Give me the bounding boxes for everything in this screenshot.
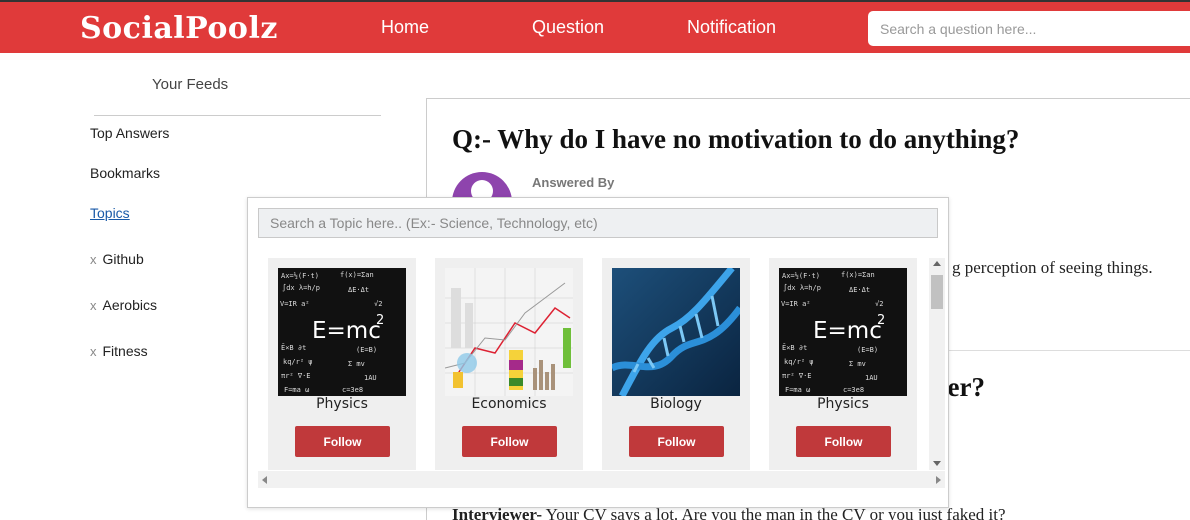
svg-text:2: 2 [877, 313, 885, 328]
svg-text:(E=B): (E=B) [857, 346, 878, 354]
topic-search-input[interactable] [258, 208, 938, 238]
answer-text: g perception of seeing things. [952, 258, 1153, 277]
follow-button[interactable]: Follow [462, 426, 557, 457]
svg-text:πr² ∇·E: πr² ∇·E [281, 372, 311, 380]
svg-text:F=ma ω: F=ma ω [284, 386, 309, 394]
vertical-scrollbar[interactable] [929, 258, 945, 470]
scroll-down-arrow-icon[interactable] [933, 461, 941, 466]
top-navigation-bar: SocialPoolz Home Question Notification [0, 0, 1190, 53]
scroll-up-arrow-icon[interactable] [933, 261, 941, 266]
sidebar-title: Your Feeds [152, 76, 229, 93]
topic-card: Ax=½(F·t) f(x)=Σan ∫dx λ=h/p ΔE·Δt V=IR a²… [769, 258, 917, 470]
svg-text:V=IR a²: V=IR a² [781, 300, 811, 308]
answered-by-label: Answered By [532, 175, 615, 190]
topic-card-name: Physics [817, 396, 869, 412]
svg-text:kq/r² ψ: kq/r² ψ [784, 358, 814, 366]
svg-text:V=IR a²: V=IR a² [280, 300, 310, 308]
topic-picker-popup: Ax=½(F·t) f(x)=Σan ∫dx λ=h/p ΔE·Δt V=IR a²… [247, 197, 949, 508]
svg-text:E=mc: E=mc [312, 318, 381, 344]
topic-card-name: Economics [471, 396, 547, 412]
svg-text:F=ma ω: F=ma ω [785, 386, 810, 394]
svg-text:c=3e8: c=3e8 [843, 386, 864, 394]
followed-topic-label[interactable]: Fitness [103, 343, 148, 359]
economics-image [445, 268, 573, 396]
topic-card: Economics Follow [435, 258, 583, 470]
sidebar-item-bookmarks[interactable]: Bookmarks [90, 165, 160, 181]
followed-topic-label[interactable]: Github [103, 251, 144, 267]
svg-text:Ẽ×B ∂t: Ẽ×B ∂t [281, 343, 306, 352]
svg-text:Ẽ×B ∂t: Ẽ×B ∂t [782, 343, 807, 352]
topic-card: Biology Follow [602, 258, 750, 470]
followed-topic-row: x Aerobics [90, 297, 157, 313]
svg-text:(E=B): (E=B) [356, 346, 377, 354]
svg-text:f(x)=Σan: f(x)=Σan [340, 271, 374, 279]
horizontal-scrollbar[interactable] [258, 471, 945, 488]
svg-text:Σ mv: Σ mv [348, 360, 365, 368]
followed-topic-row: x Github [90, 251, 144, 267]
svg-text:2: 2 [376, 313, 384, 328]
follow-button[interactable]: Follow [796, 426, 891, 457]
biology-image [612, 268, 740, 396]
svg-text:ΔE·Δt: ΔE·Δt [849, 286, 870, 294]
nav-home-link[interactable]: Home [381, 17, 429, 38]
nav-notification-link[interactable]: Notification [687, 17, 776, 38]
svg-text:1AU: 1AU [865, 374, 878, 382]
svg-text:Ax=½(F·t): Ax=½(F·t) [782, 272, 820, 280]
remove-topic-icon[interactable]: x [90, 344, 97, 359]
svg-text:ΔE·Δt: ΔE·Δt [348, 286, 369, 294]
nav-question-link[interactable]: Question [532, 17, 604, 38]
svg-text:√2: √2 [374, 300, 382, 308]
sidebar-item-topics[interactable]: Topics [90, 205, 130, 221]
svg-text:√2: √2 [875, 300, 883, 308]
topic-card-name: Physics [316, 396, 368, 412]
topic-card: Ax=½(F·t) f(x)=Σan ∫dx λ=h/p ΔE·Δt V=IR a²… [268, 258, 416, 470]
follow-button[interactable]: Follow [629, 426, 724, 457]
scrollbar-thumb[interactable] [931, 275, 943, 309]
topic-card-name: Biology [650, 396, 702, 412]
svg-text:c=3e8: c=3e8 [342, 386, 363, 394]
app-logo[interactable]: SocialPoolz [80, 11, 278, 46]
svg-text:1AU: 1AU [364, 374, 377, 382]
remove-topic-icon[interactable]: x [90, 298, 97, 313]
followed-topic-label[interactable]: Aerobics [103, 297, 157, 313]
svg-text:πr² ∇·E: πr² ∇·E [782, 372, 812, 380]
physics-image: Ax=½(F·t) f(x)=Σan ∫dx λ=h/p ΔE·Δt V=IR a²… [779, 268, 907, 396]
topic-cards-scroll-area: Ax=½(F·t) f(x)=Σan ∫dx λ=h/p ΔE·Δt V=IR a²… [258, 258, 928, 470]
svg-text:kq/r² ψ: kq/r² ψ [283, 358, 313, 366]
svg-text:E=mc: E=mc [813, 318, 882, 344]
follow-button[interactable]: Follow [295, 426, 390, 457]
svg-text:f(x)=Σan: f(x)=Σan [841, 271, 875, 279]
svg-text:Ax=½(F·t): Ax=½(F·t) [281, 272, 319, 280]
scroll-left-arrow-icon[interactable] [262, 476, 267, 484]
svg-text:Σ mv: Σ mv [849, 360, 866, 368]
remove-topic-icon[interactable]: x [90, 252, 97, 267]
followed-topic-row: x Fitness [90, 343, 148, 359]
sidebar-divider [94, 115, 381, 116]
question-title[interactable]: Q:- Why do I have no motivation to do an… [452, 124, 1019, 155]
question-search-input[interactable] [868, 11, 1190, 46]
sidebar-item-top-answers[interactable]: Top Answers [90, 125, 169, 141]
physics-image: Ax=½(F·t) f(x)=Σan ∫dx λ=h/p ΔE·Δt V=IR a²… [278, 268, 406, 396]
svg-text:∫dx λ=h/p: ∫dx λ=h/p [783, 283, 821, 292]
svg-text:∫dx λ=h/p: ∫dx λ=h/p [282, 283, 320, 292]
scroll-right-arrow-icon[interactable] [936, 476, 941, 484]
